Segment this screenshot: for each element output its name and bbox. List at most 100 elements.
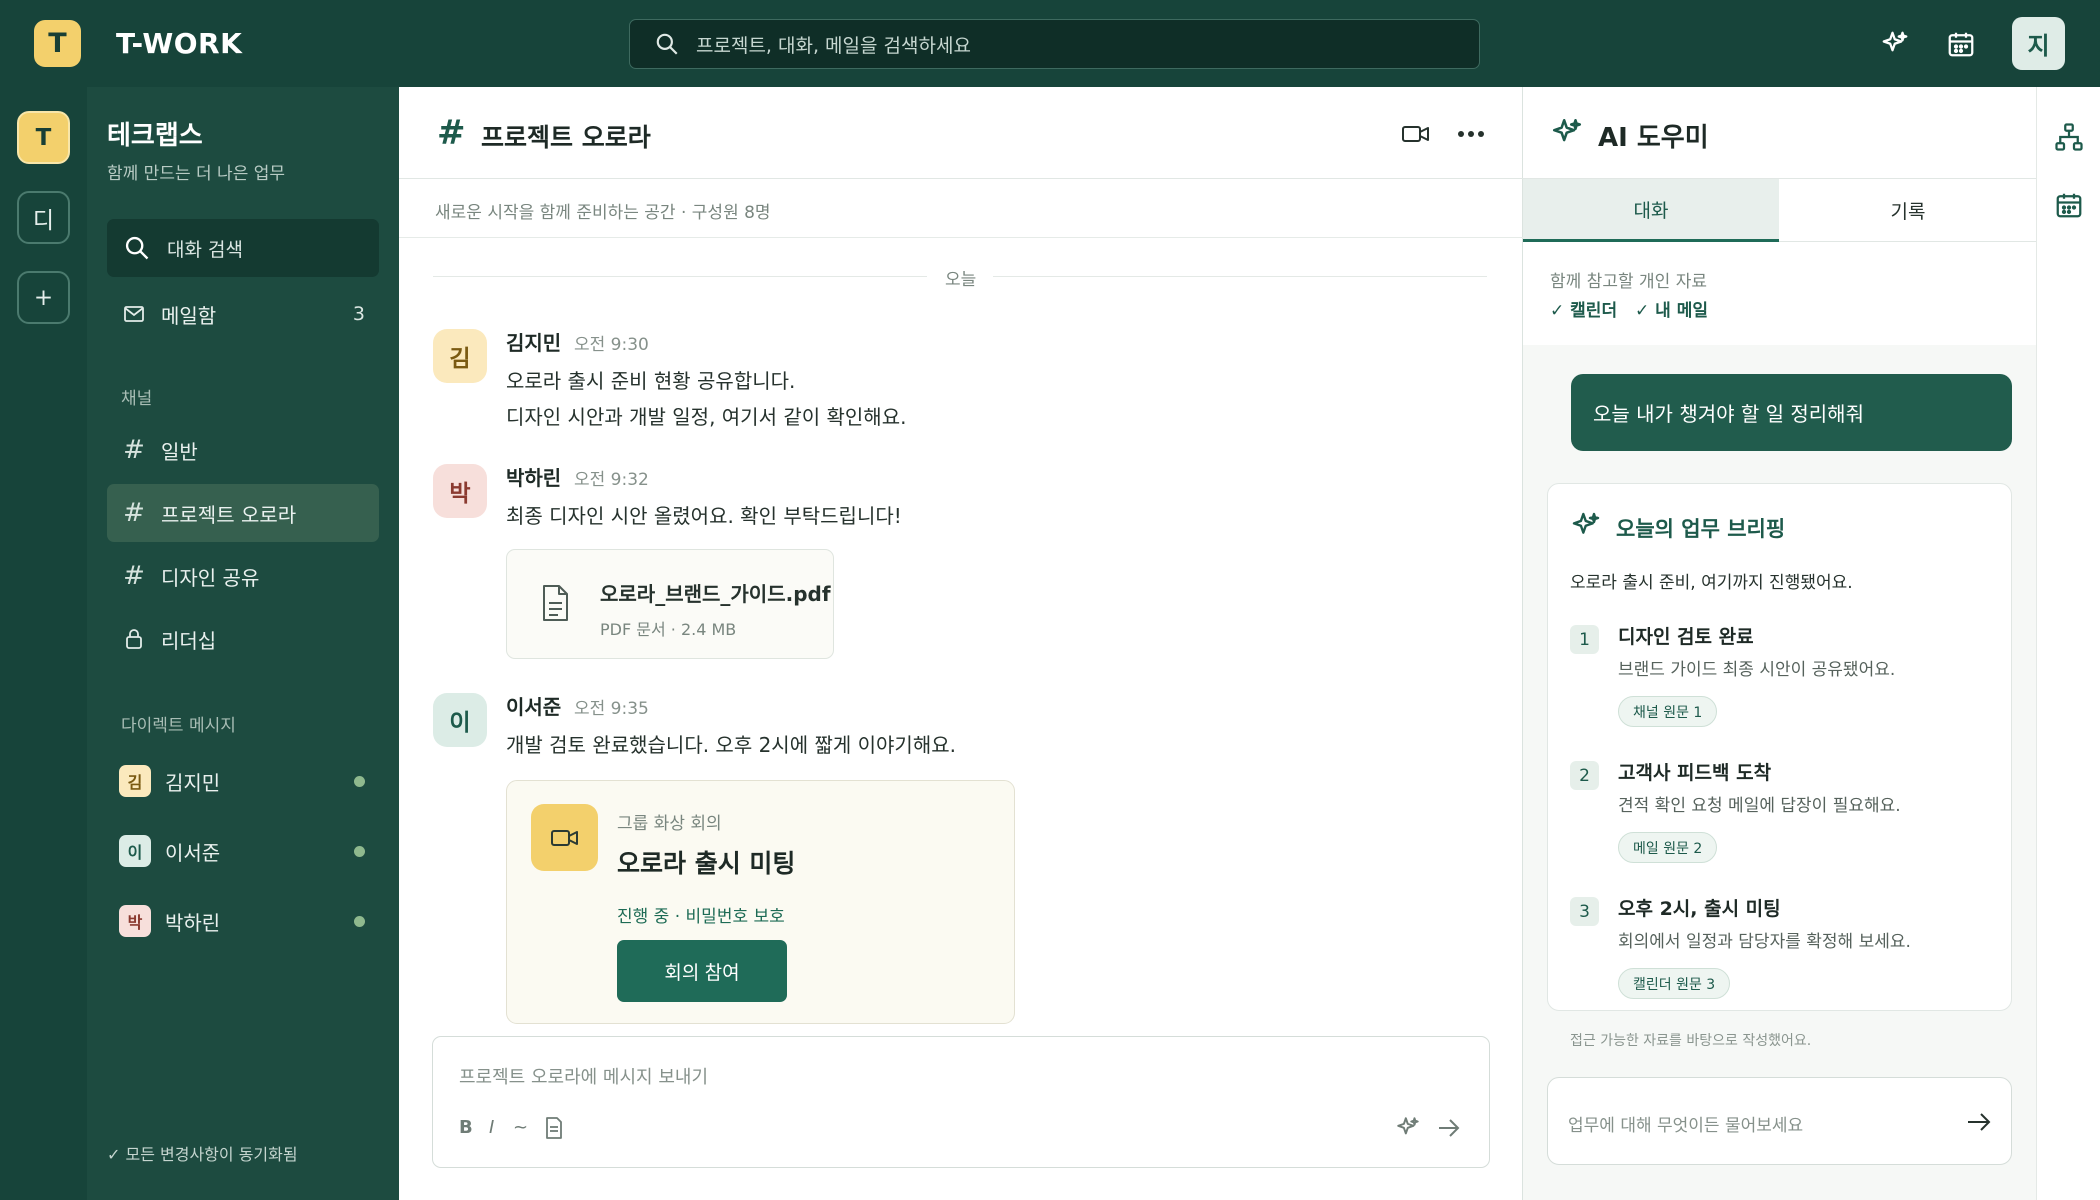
video-call-icon[interactable] [1399,117,1433,151]
sidebar-item-label: 이서준 [165,840,221,865]
user-avatar[interactable]: 지 [2012,17,2065,70]
sidebar-item-label: 디자인 공유 [161,565,260,590]
briefing-card: 오늘의 업무 브리핑 오로라 출시 준비, 여기까지 진행됐어요. 1 디자인 … [1547,483,2012,1049]
org-chart-icon[interactable] [2053,121,2085,153]
more-options-icon[interactable] [1454,117,1488,151]
message-author[interactable]: 이서준 [506,691,561,720]
source-chip[interactable]: 채널 원문 1 [1618,696,1718,727]
day-divider-label: 오늘 [945,270,977,290]
hash-icon: # [123,561,145,591]
divider [399,237,1523,238]
hash-icon: # [123,498,145,528]
context-sources: 함께 참고할 개인 자료 ✓ 캘린더 ✓ 내 메일 [1523,242,2036,345]
global-search-input[interactable]: 프로젝트, 대화, 메일을 검색하세요 [629,19,1480,69]
assistant-input[interactable]: 업무에 대해 무엇이든 물어보세요 [1547,1077,2012,1165]
send-arrow-icon[interactable] [1437,1117,1461,1143]
context-source-mail[interactable]: ✓ 내 메일 [1635,296,1708,321]
sync-status: ✓ 모든 변경사항이 동기화됨 [107,1145,298,1164]
global-search-placeholder: 프로젝트, 대화, 메일을 검색하세요 [696,34,971,57]
message-time: 오전 9:30 [574,335,649,355]
online-status-dot [354,915,365,927]
assistant-input-placeholder: 업무에 대해 무엇이든 물어보세요 [1568,1116,1804,1136]
channel-subtitle: 새로운 시작을 함께 준비하는 공간 · 구성원 8명 [435,203,771,223]
step-description: 견적 확인 요청 메일에 답장이 필요해요. [1618,796,1901,816]
video-call-icon [531,804,598,871]
context-label: 함께 참고할 개인 자료 [1550,272,1707,292]
calendar-icon[interactable] [1944,27,1978,61]
sidebar-dm-park-harin[interactable]: 박 박하린 [107,892,379,950]
workspace-item-t[interactable]: T [17,111,70,164]
add-workspace-button[interactable]: + [17,271,70,324]
message-text: 개발 검토 완료했습니다. 오후 2시에 짧게 이야기해요. [506,733,956,757]
sidebar-item-label: 박하린 [165,910,221,935]
step-description: 회의에서 일정과 담당자를 확정해 보세요. [1618,932,1911,952]
source-chip[interactable]: 메일 원문 2 [1618,832,1718,863]
source-chip[interactable]: 캘린더 원문 3 [1618,968,1731,999]
assistant-title: AI 도우미 [1598,123,1709,153]
message-text: 오로라 출시 준비 현황 공유합니다. [506,369,796,393]
ai-sparkle-icon [1570,510,1602,546]
ai-sparkle-icon[interactable] [1878,27,1912,61]
top-bar: T T-WORK 프로젝트, 대화, 메일을 검색하세요 지 [0,0,2100,87]
inbox-count-badge: 3 [352,303,365,325]
sidebar-item-label: 프로젝트 오로라 [161,502,297,527]
app-title: T-WORK [116,27,243,60]
send-arrow-icon[interactable] [1966,1111,1992,1137]
attach-file-icon[interactable] [545,1117,563,1143]
meeting-kind: 그룹 화상 회의 [617,814,722,834]
step-number: 3 [1570,897,1599,926]
avatar[interactable]: 김 [433,329,487,383]
sidebar-item-label: 일반 [161,439,198,464]
ai-assistant-panel: AI 도우미 대화 기록 함께 참고할 개인 자료 ✓ 캘린더 ✓ 내 메일 오… [1523,87,2036,1200]
ai-sparkle-icon[interactable] [1395,1115,1421,1145]
workspace-item-di[interactable]: 디 [17,191,70,244]
briefing-intro: 오로라 출시 준비, 여기까지 진행됐어요. [1570,573,1853,593]
avatar[interactable]: 이 [433,693,487,747]
message-composer[interactable]: 프로젝트 오로라에 메시지 보내기 B I ~ [432,1036,1490,1168]
italic-button[interactable]: I [489,1117,494,1138]
step-title: 디자인 검토 완료 [1618,626,1754,648]
briefing-title: 오늘의 업무 브리핑 [1616,517,1786,541]
step-number: 1 [1570,625,1599,654]
workspace-name: 테크랩스 [107,121,203,151]
sidebar-dm-lee-seojun[interactable]: 이 이서준 [107,822,379,880]
app-logo[interactable]: T [34,20,81,67]
context-source-calendar[interactable]: ✓ 캘린더 [1550,296,1617,321]
workspace-rail: T 디 + [0,87,87,1200]
channel-title: 프로젝트 오로라 [481,123,651,152]
step-title: 고객사 피드백 도착 [1618,762,1772,784]
bold-button[interactable]: B [459,1117,473,1138]
file-name: 오로라_브랜드_가이드.pdf [600,582,831,606]
avatar[interactable]: 박 [433,464,487,518]
message-author[interactable]: 박하린 [506,462,561,491]
step-description: 브랜드 가이드 최종 시안이 공유됐어요. [1618,660,1896,680]
strikethrough-button[interactable]: ~ [513,1117,528,1138]
sidebar-dm-kim-jimin[interactable]: 김 김지민 [107,752,379,810]
channel-view: # 프로젝트 오로라 새로운 시작을 함께 준비하는 공간 · 구성원 8명 오… [399,87,1523,1200]
conversation-search-label: 대화 검색 [167,238,243,261]
sidebar-item-leadership[interactable]: 리더십 [107,610,379,668]
tab-conversation[interactable]: 대화 [1523,179,1779,242]
message-author[interactable]: 김지민 [506,327,561,356]
meeting-title: 오로라 출시 미팅 [617,849,796,878]
sidebar-item-design-share[interactable]: # 디자인 공유 [107,547,379,605]
workspace-tagline: 함께 만드는 더 나은 업무 [107,164,286,184]
sidebar-item-general[interactable]: # 일반 [107,421,379,479]
mail-icon [121,302,147,326]
step-title: 오후 2시, 출시 미팅 [1618,898,1781,920]
message-time: 오전 9:32 [574,470,649,490]
sidebar-item-label: 메일함 [161,303,217,328]
tab-history[interactable]: 기록 [1780,179,2036,242]
sidebar-item-inbox[interactable]: 메일함 3 [107,285,379,343]
dm-heading: 다이렉트 메시지 [121,716,236,736]
right-utility-rail [2036,87,2100,1200]
conversation-search-input[interactable]: 대화 검색 [107,219,379,277]
ai-sparkle-icon [1550,116,1584,154]
join-meeting-button[interactable]: 회의 참여 [617,940,787,1002]
lock-icon [121,628,147,650]
message-text: 최종 디자인 시안 올렸어요. 확인 부탁드립니다! [506,504,902,528]
calendar-icon[interactable] [2053,189,2085,221]
file-attachment[interactable]: 오로라_브랜드_가이드.pdf PDF 문서 · 2.4 MB [506,549,834,659]
assistant-tabs: 대화 기록 [1523,179,2036,242]
sidebar-item-project-aurora[interactable]: # 프로젝트 오로라 [107,484,379,542]
